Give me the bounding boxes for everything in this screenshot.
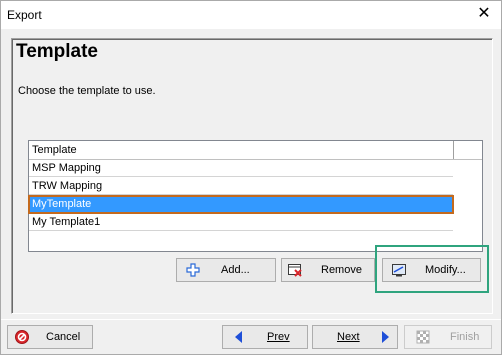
title-bar: Export ✕ [1, 1, 501, 29]
cancel-icon [14, 329, 30, 345]
cancel-button[interactable]: Cancel [7, 325, 93, 349]
template-row[interactable]: MSP Mapping [29, 160, 453, 177]
prev-button-label: Prev [267, 331, 290, 343]
template-list: Template MSP Mapping TRW Mapping MyTempl… [28, 140, 483, 252]
arrow-right-icon [377, 329, 393, 345]
page-title: Template [16, 41, 99, 62]
export-dialog: Export ✕ Template Choose the template to… [0, 0, 502, 355]
next-button-label: Next [337, 331, 360, 343]
page-subtitle: Choose the template to use. [18, 85, 156, 97]
remove-button-label: Remove [321, 264, 362, 276]
next-button[interactable]: Next [312, 325, 398, 349]
template-list-header: Template [29, 141, 482, 160]
arrow-left-icon [231, 329, 247, 345]
checkered-flag-icon [415, 329, 431, 345]
prev-button[interactable]: Prev [222, 325, 308, 349]
remove-button[interactable]: Remove [281, 258, 375, 282]
footer-separator [1, 319, 501, 320]
window-title: Export [7, 8, 42, 22]
finish-button[interactable]: Finish [404, 325, 492, 349]
add-icon [185, 262, 201, 278]
template-row[interactable]: My Template1 [29, 214, 453, 231]
template-row-selected[interactable]: MyTemplate [28, 195, 454, 214]
template-row[interactable]: TRW Mapping [29, 178, 453, 195]
modify-button-label: Modify... [425, 264, 466, 276]
modify-icon [391, 262, 407, 278]
column-separator[interactable] [453, 141, 454, 159]
close-icon[interactable]: ✕ [475, 4, 493, 24]
column-header-template[interactable]: Template [32, 144, 77, 156]
remove-icon [287, 262, 303, 278]
cancel-button-label: Cancel [46, 331, 81, 343]
add-button[interactable]: Add... [176, 258, 276, 282]
add-button-label: Add... [221, 264, 250, 276]
finish-button-label: Finish [450, 331, 480, 343]
modify-button[interactable]: Modify... [382, 258, 481, 282]
